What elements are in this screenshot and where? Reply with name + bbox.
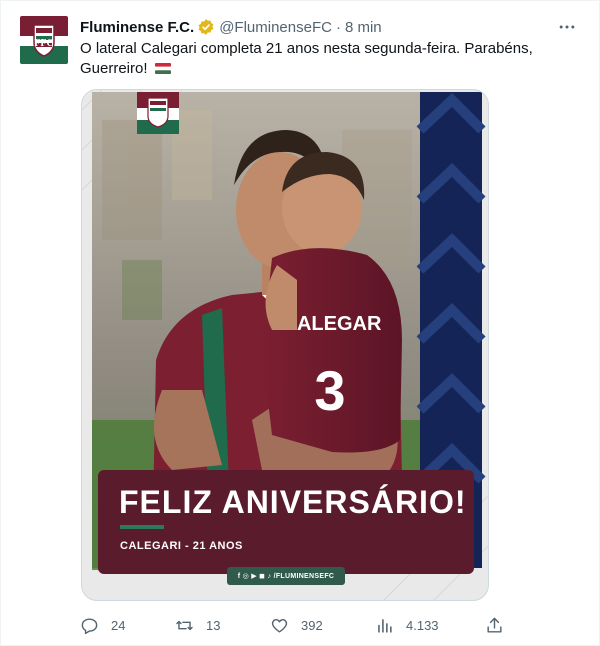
separator-dot: · <box>335 18 341 36</box>
reply-button[interactable]: 24 <box>80 613 125 637</box>
share-button[interactable] <box>485 613 516 637</box>
tweet-card[interactable]: FFC Fluminense F.C. @FluminenseFC · 8 mi… <box>0 0 600 646</box>
retweet-count: 13 <box>206 617 221 633</box>
author-name[interactable]: Fluminense F.C. <box>80 19 194 36</box>
caption-divider <box>120 525 164 529</box>
heart-icon <box>271 618 288 633</box>
reply-count: 24 <box>111 617 126 633</box>
views-count: 4.133 <box>406 617 439 633</box>
tweet-header: Fluminense F.C. @FluminenseFC · 8 min <box>80 17 579 37</box>
tweet-actions: 24 13 392 4.133 <box>80 613 510 637</box>
views-chart-icon <box>378 618 392 633</box>
hungary-flag-icon <box>154 60 171 74</box>
shirt-number: 3 <box>314 359 345 422</box>
caption-subtitle: CALEGARI - 21 ANOS <box>120 540 243 552</box>
caption-title: FELIZ ANIVERSÁRIO! <box>119 484 467 520</box>
retweet-button[interactable]: 13 <box>175 613 220 637</box>
tweet-time[interactable]: 8 min <box>345 19 382 36</box>
author-handle[interactable]: @FluminenseFC <box>219 19 332 36</box>
tweet-text: O lateral Calegari completa 21 anos nest… <box>80 39 560 79</box>
verified-badge-icon <box>197 18 215 36</box>
like-count: 392 <box>301 617 323 633</box>
views-button[interactable]: 4.133 <box>375 613 439 637</box>
author-avatar[interactable]: FFC <box>20 16 68 64</box>
like-button[interactable]: 392 <box>270 613 323 637</box>
share-icon <box>487 617 502 633</box>
social-handles-tag: f ◎ ▶ ◼ ♪ /FLUMINENSEFC <box>227 567 345 585</box>
caption-box: FELIZ ANIVERSÁRIO! CALEGARI - 21 ANOS <box>98 470 474 574</box>
reply-icon <box>81 617 98 634</box>
tweet-image[interactable]: CALEGAR 3 FELIZ ANIVERSÁRIO! CALEGARI - … <box>81 89 489 601</box>
retweet-icon <box>176 620 193 630</box>
tweet-body: O lateral Calegari completa 21 anos nest… <box>80 40 533 77</box>
svg-text:FFC: FFC <box>34 38 53 49</box>
shirt-name: CALEGAR <box>283 313 382 335</box>
more-icon <box>559 25 575 29</box>
more-options-button[interactable] <box>555 15 579 39</box>
